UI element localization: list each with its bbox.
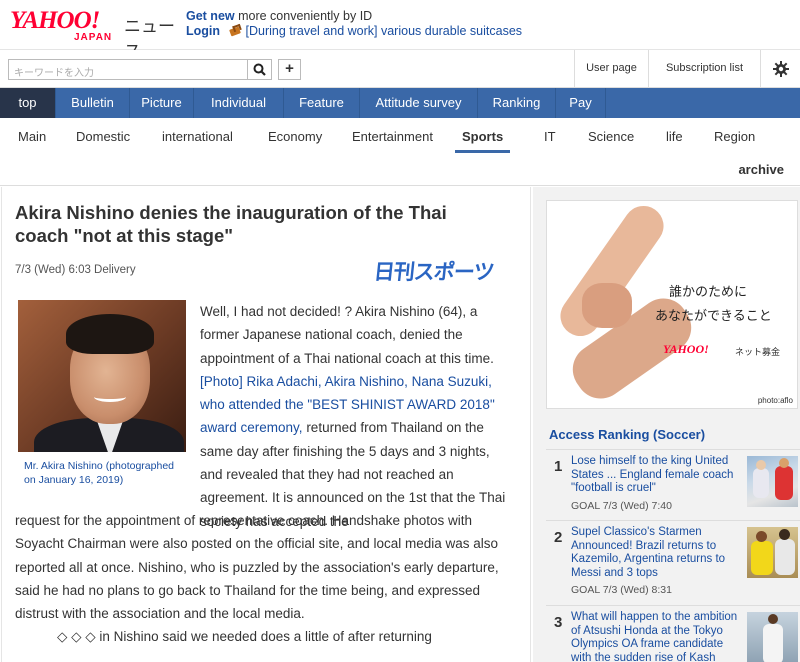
ranking-item-3[interactable]: 3 What will happen to the ambition of At…: [546, 605, 800, 662]
category-nav: archive Main Domestic international Economy…: [0, 118, 800, 186]
archive-link[interactable]: archive: [738, 162, 784, 177]
main-nav-bulletin[interactable]: Bulletin: [56, 88, 130, 118]
main-nav-individual[interactable]: Individual: [194, 88, 284, 118]
category-tab-main[interactable]: Main: [18, 129, 46, 153]
rank-title[interactable]: Lose himself to the king United States .…: [571, 455, 744, 496]
rank-meta: GOAL 7/3 (Wed) 7:40: [571, 500, 672, 512]
main-nav-picture[interactable]: Picture: [130, 88, 194, 118]
content-area: Akira Nishino denies the inauguration of…: [0, 187, 800, 662]
add-button[interactable]: +: [278, 59, 301, 80]
ad-yahoo-logo: YAHOO!: [663, 342, 709, 356]
top-header: YAHOO! JAPAN ニュース Get new more convenien…: [0, 0, 800, 63]
photo-image[interactable]: [18, 300, 186, 452]
article: Akira Nishino denies the inauguration of…: [1, 187, 531, 662]
main-nav-attitude-survey[interactable]: Attitude survey: [360, 88, 478, 118]
article-body-top: Well, I had not decided! ? Akira Nishino…: [200, 300, 512, 533]
body-text-3: request for the appointment of represent…: [15, 513, 499, 622]
promo-link[interactable]: [During travel and work] various durable…: [246, 24, 523, 38]
category-tab-life[interactable]: life: [666, 129, 683, 153]
article-headline: Akira Nishino denies the inauguration of…: [15, 202, 447, 246]
ad-line-2: あなたができること: [655, 309, 772, 324]
get-new-link[interactable]: Get new: [186, 9, 235, 23]
logo-text: YAHOO!: [10, 7, 100, 34]
suitcase-icon: [228, 24, 242, 36]
ranking-item-2[interactable]: 2 Supel Classico's Starmen Announced! Br…: [546, 520, 800, 604]
rank-number: 2: [554, 529, 563, 546]
login-link[interactable]: Login: [186, 24, 220, 38]
rank-number: 1: [554, 458, 563, 475]
ad-logo-sub: ネット募金: [735, 348, 781, 358]
subscription-list-link[interactable]: Subscription list: [648, 50, 760, 87]
ranking-item-1[interactable]: 1 Lose himself to the king United States…: [546, 449, 800, 521]
rank-thumbnail[interactable]: [747, 527, 798, 578]
main-nav-pay[interactable]: Pay: [556, 88, 606, 118]
rank-title[interactable]: What will happen to the ambition of Atsu…: [571, 611, 744, 662]
main-nav-ranking[interactable]: Ranking: [478, 88, 556, 118]
category-tab-region[interactable]: Region: [714, 129, 755, 153]
rank-title[interactable]: Supel Classico's Starmen Announced! Braz…: [571, 526, 744, 580]
category-tab-domestic[interactable]: Domestic: [76, 129, 130, 153]
logo-sub: JAPAN: [74, 32, 113, 43]
yahoo-news-logo[interactable]: YAHOO! JAPAN ニュース: [10, 7, 180, 63]
ad-line-1: 誰かのために: [669, 285, 748, 300]
settings-button[interactable]: [760, 50, 800, 87]
user-page-link[interactable]: User page: [574, 50, 648, 87]
source-logo[interactable]: 日刊スポーツ: [372, 256, 495, 286]
ad-banner[interactable]: 誰かのために あなたができること YAHOO! ネット募金 photo:aflo: [546, 200, 798, 409]
main-nav: top Bulletin Picture Individual Feature Attit…: [0, 88, 800, 118]
category-tab-economy[interactable]: Economy: [268, 129, 322, 153]
sidebar: 誰かのために あなたができること YAHOO! ネット募金 photo:aflo…: [533, 187, 800, 662]
search-input[interactable]: キーワードを入力: [8, 59, 248, 80]
delivery-time: 7/3 (Wed) 6:03 Delivery: [15, 264, 136, 276]
ad-credit: photo:aflo: [757, 396, 793, 405]
category-tab-sports[interactable]: Sports: [455, 129, 511, 153]
promo-banner: Get new more conveniently by ID Login [D…: [186, 9, 522, 39]
category-tab-international[interactable]: international: [162, 129, 233, 153]
article-body-bottom: request for the appointment of represent…: [15, 509, 520, 649]
search-row: キーワードを入力 + User page Subscription list: [0, 50, 800, 88]
rank-thumbnail[interactable]: [747, 456, 798, 507]
rank-meta: GOAL 7/3 (Wed) 8:31: [571, 584, 672, 596]
main-nav-top[interactable]: top: [0, 88, 56, 118]
ranking-title[interactable]: Access Ranking (Soccer): [549, 427, 705, 442]
gear-icon: [772, 60, 789, 77]
rank-thumbnail[interactable]: [747, 612, 798, 662]
article-photo[interactable]: Mr. Akira Nishino (photographed on Janua…: [18, 300, 188, 507]
body-text-4: ◇ ◇ ◇ in Nishino said we needed does a l…: [57, 629, 432, 645]
category-tab-entertainment[interactable]: Entertainment: [352, 129, 433, 153]
promo-text: more conveniently by ID: [238, 9, 373, 23]
search-button[interactable]: [248, 59, 272, 80]
main-nav-feature[interactable]: Feature: [284, 88, 360, 118]
category-tab-science[interactable]: Science: [588, 129, 634, 153]
rank-number: 3: [554, 614, 563, 631]
body-text-1: Well, I had not decided! ? Akira Nishino…: [200, 304, 494, 366]
photo-caption[interactable]: Mr. Akira Nishino (photographed on Janua…: [18, 452, 188, 487]
category-tab-it[interactable]: IT: [544, 129, 556, 153]
search-icon: [253, 63, 266, 76]
